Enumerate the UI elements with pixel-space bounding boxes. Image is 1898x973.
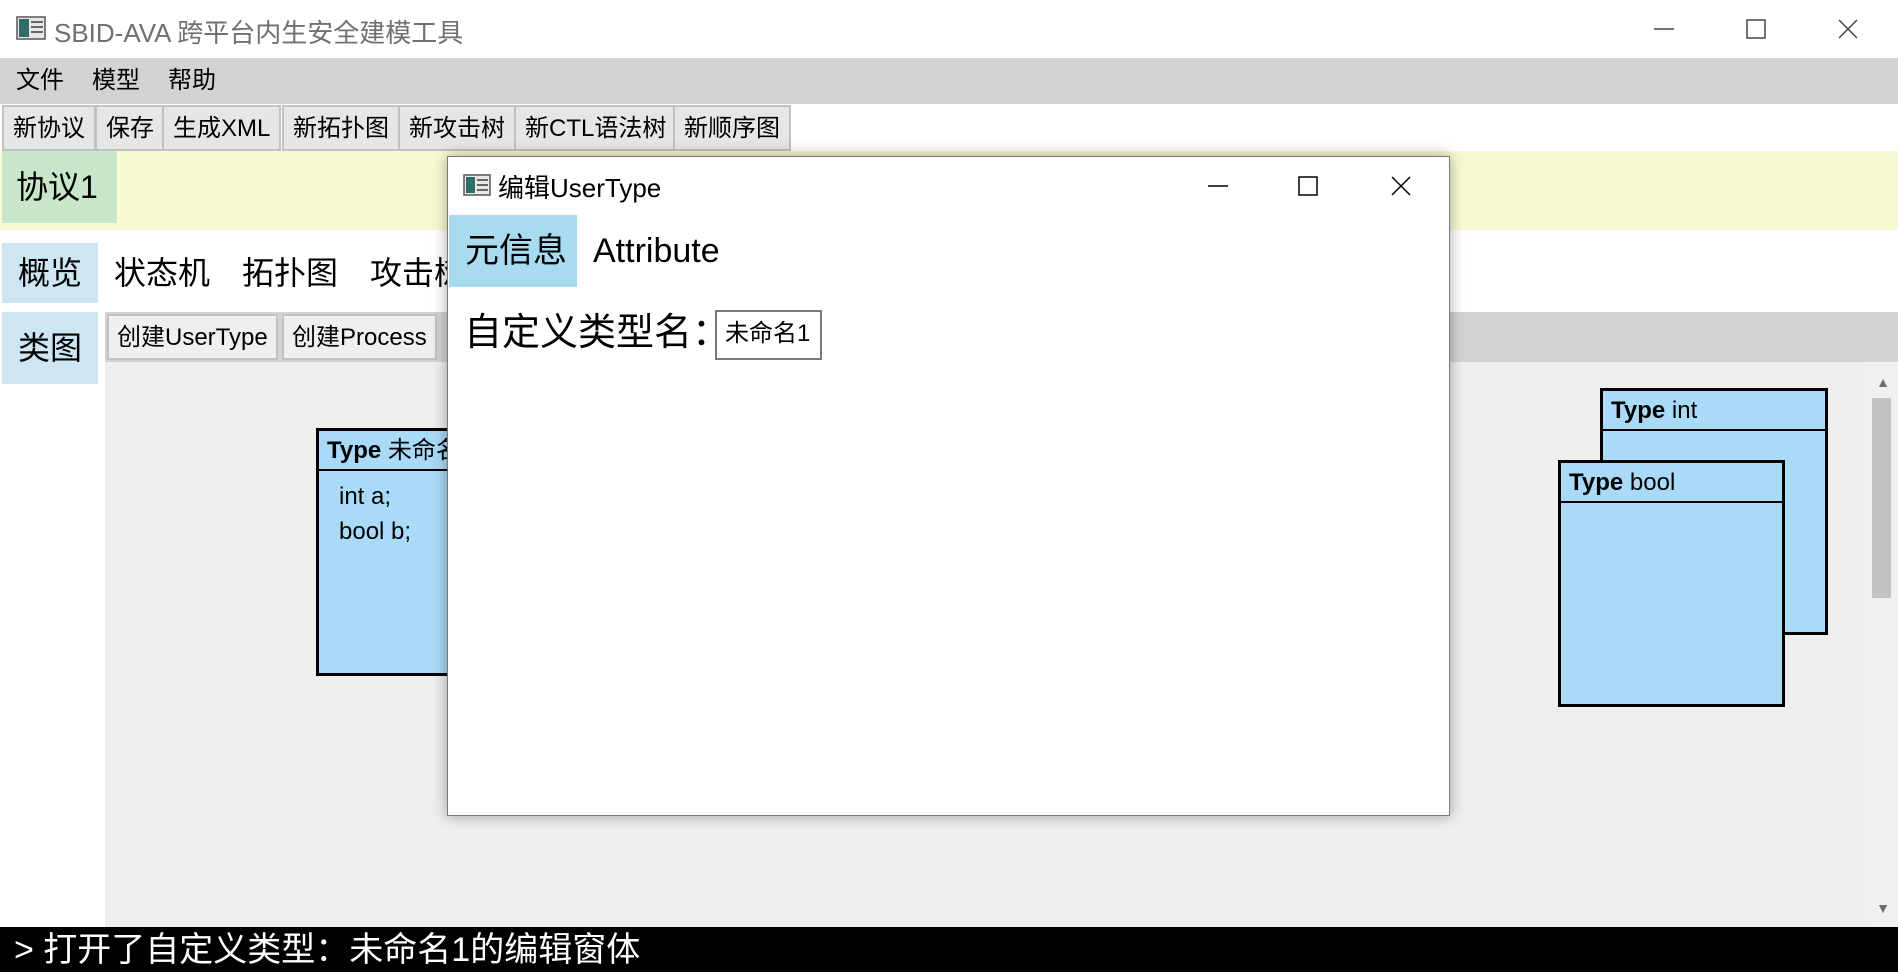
type-name-label: 自定义类型名： [464, 312, 731, 354]
tab-meta-info[interactable]: 元信息 [449, 215, 577, 287]
new-protocol-button[interactable]: 新协议 [2, 105, 96, 151]
new-topology-button[interactable]: 新拓扑图 [282, 105, 400, 151]
scroll-thumb[interactable] [1872, 398, 1891, 598]
maximize-button[interactable] [1710, 0, 1802, 58]
menu-help[interactable]: 帮助 [166, 58, 218, 104]
close-button[interactable] [1802, 0, 1894, 58]
scroll-down-icon[interactable]: ▼ [1868, 896, 1898, 920]
type-header: Type bool [1561, 463, 1782, 503]
dialog-maximize-button[interactable] [1262, 160, 1354, 212]
minimize-button[interactable] [1618, 0, 1710, 58]
tab-attribute[interactable]: Attribute [593, 215, 720, 287]
save-button[interactable]: 保存 [95, 105, 165, 151]
minimize-icon [1654, 28, 1674, 30]
maximize-icon [1298, 176, 1318, 196]
dialog-minimize-button[interactable] [1172, 160, 1264, 212]
tab-topology[interactable]: 拓扑图 [242, 243, 338, 303]
menu-file[interactable]: 文件 [14, 58, 66, 104]
type-name-input[interactable]: 未命名1 [715, 310, 822, 360]
minimize-icon [1208, 185, 1228, 187]
type-bool-box[interactable]: Type bool [1558, 460, 1785, 707]
type-header: Type int [1603, 391, 1825, 431]
app-icon [16, 16, 46, 40]
new-attack-tree-button[interactable]: 新攻击树 [398, 105, 516, 151]
dialog-title: 编辑UserType [498, 173, 662, 203]
maximize-icon [1746, 19, 1766, 39]
window-title: SBID-AVA 跨平台内生安全建模工具 [54, 18, 464, 48]
tab-class-diagram[interactable]: 类图 [2, 312, 98, 384]
close-icon [1391, 176, 1411, 196]
close-icon [1838, 19, 1858, 39]
status-bar: > 打开了自定义类型：未命名1的编辑窗体 [0, 927, 1898, 972]
scroll-up-icon[interactable]: ▲ [1868, 370, 1898, 394]
dialog-app-icon [463, 174, 491, 196]
create-process-button[interactable]: 创建Process [282, 314, 437, 360]
new-ctl-tree-button[interactable]: 新CTL语法树 [514, 105, 678, 151]
create-usertype-button[interactable]: 创建UserType [107, 314, 278, 360]
dialog-close-button[interactable] [1355, 160, 1447, 212]
tab-protocol-1[interactable]: 协议1 [2, 151, 117, 223]
menu-model[interactable]: 模型 [90, 58, 142, 104]
tab-state-machine[interactable]: 状态机 [114, 243, 210, 303]
new-sequence-diagram-button[interactable]: 新顺序图 [673, 105, 791, 151]
generate-xml-button[interactable]: 生成XML [162, 105, 282, 151]
tab-overview[interactable]: 概览 [2, 243, 98, 303]
menu-bar [0, 58, 1898, 104]
